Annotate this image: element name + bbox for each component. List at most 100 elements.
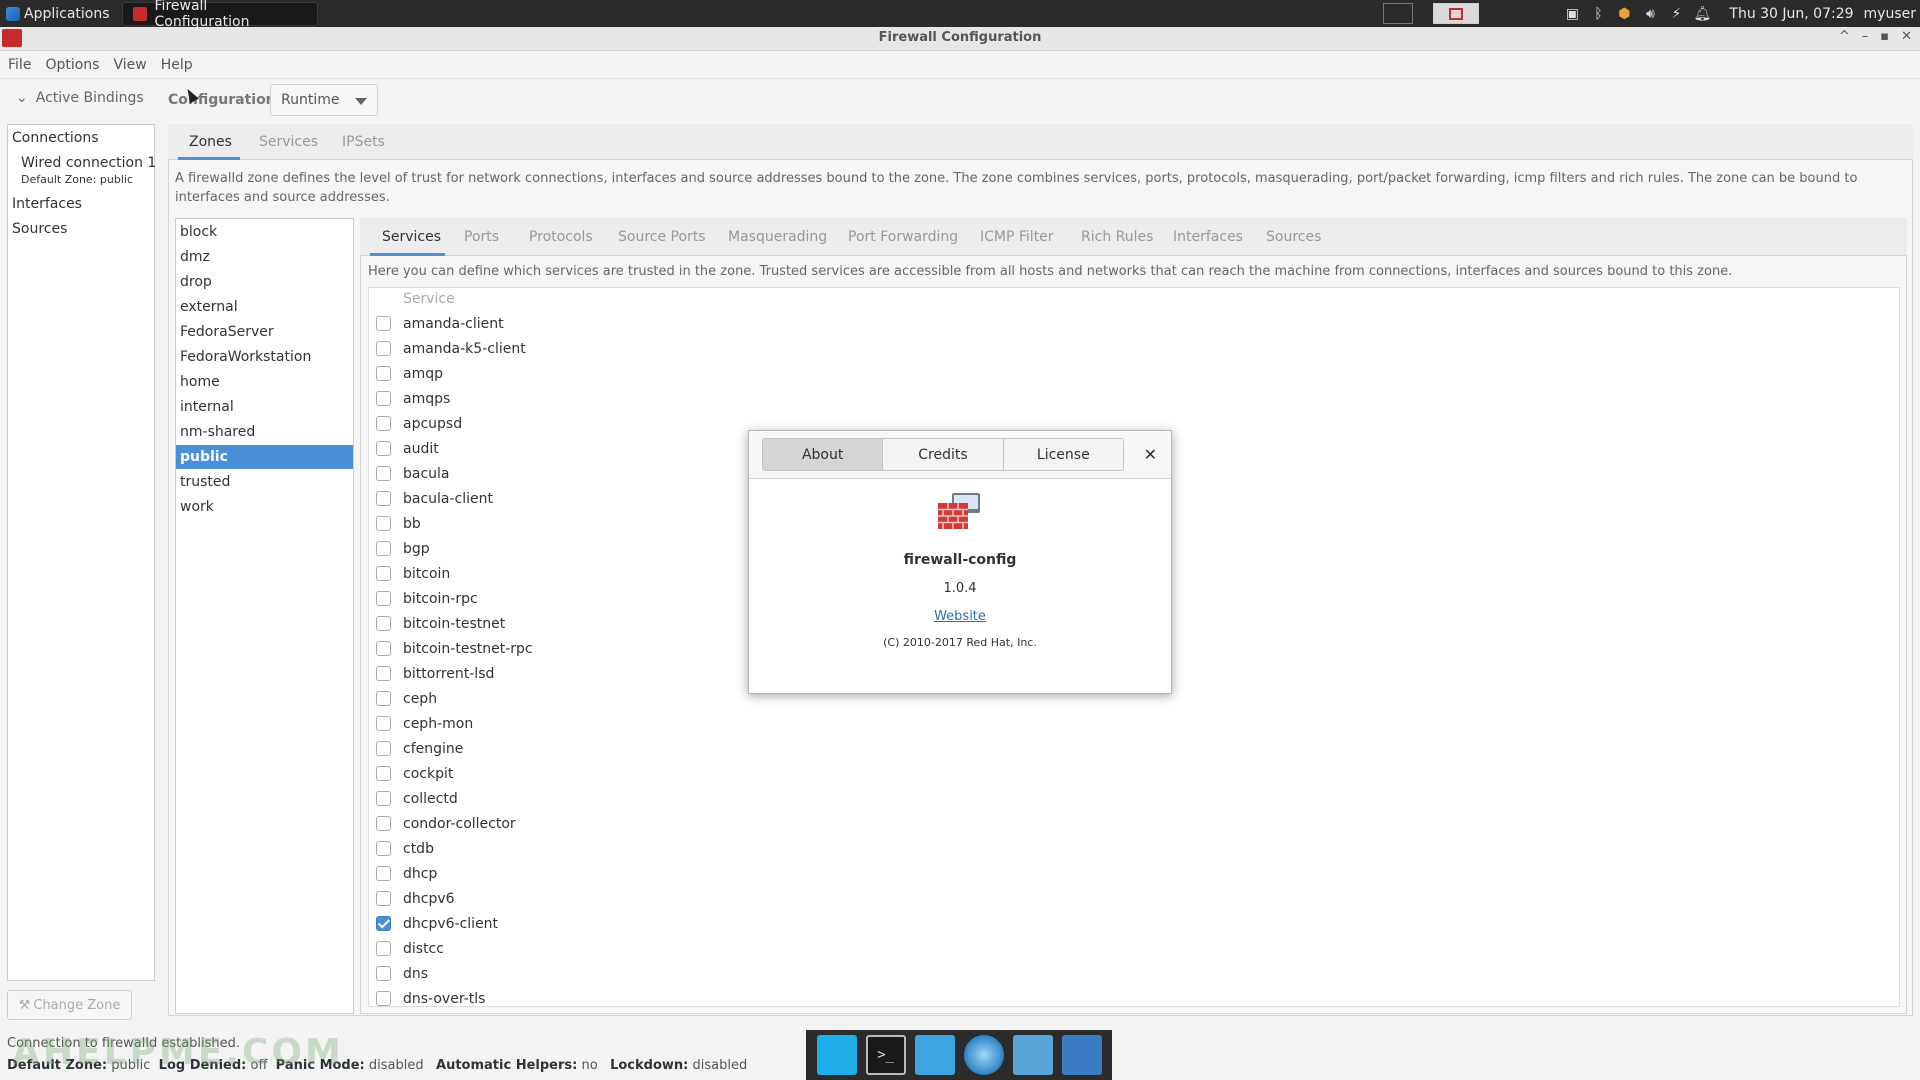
subtab-icmp-filter[interactable]: ICMP Filter (980, 229, 1054, 245)
subtab-protocols[interactable]: Protocols (529, 229, 593, 245)
service-checkbox[interactable] (376, 441, 391, 456)
app-finder-icon[interactable] (1012, 1035, 1053, 1075)
service-checkbox[interactable] (376, 416, 391, 431)
zone-item-fedoraworkstation[interactable]: FedoraWorkstation (176, 345, 353, 369)
connection-item[interactable]: Wired connection 1 (e (21, 155, 155, 171)
zone-item-internal[interactable]: internal (176, 395, 353, 419)
service-checkbox[interactable] (376, 316, 391, 331)
service-checkbox[interactable] (376, 816, 391, 831)
bluetooth-icon[interactable]: ᛒ (1590, 6, 1606, 22)
table-row[interactable]: cockpit (369, 763, 1899, 788)
taskbar-window-button[interactable]: Firewall Configuration (121, 0, 318, 30)
service-checkbox[interactable] (376, 591, 391, 606)
change-zone-button[interactable]: ⚒ Change Zone (7, 990, 132, 1020)
menu-help[interactable]: Help (161, 57, 193, 73)
zone-item-home[interactable]: home (176, 370, 353, 394)
service-checkbox[interactable] (376, 566, 391, 581)
web-browser-icon[interactable] (963, 1035, 1004, 1075)
service-checkbox[interactable] (376, 866, 391, 881)
subtab-masquerading[interactable]: Masquerading (728, 229, 827, 245)
menu-options[interactable]: Options (45, 57, 99, 73)
subtab-services[interactable]: Services (382, 229, 441, 245)
about-tab-about[interactable]: About (763, 439, 884, 470)
service-checkbox[interactable] (376, 366, 391, 381)
service-checkbox[interactable] (376, 741, 391, 756)
table-row[interactable]: amqp (369, 363, 1899, 388)
table-row[interactable]: ctdb (369, 838, 1899, 863)
terminal-icon[interactable]: >_ (865, 1035, 906, 1075)
subtab-interfaces[interactable]: Interfaces (1173, 229, 1243, 245)
window-shade-button[interactable]: ^ (1839, 29, 1850, 44)
table-row[interactable]: amanda-k5-client (369, 338, 1899, 363)
service-column-header[interactable]: Service (403, 291, 455, 307)
service-checkbox[interactable] (376, 666, 391, 681)
table-row[interactable]: amqps (369, 388, 1899, 413)
table-row[interactable]: collectd (369, 788, 1899, 813)
zone-item-fedoraserver[interactable]: FedoraServer (176, 320, 353, 344)
about-tab-credits[interactable]: Credits (883, 439, 1004, 470)
menu-file[interactable]: File (8, 57, 31, 73)
service-checkbox[interactable] (376, 341, 391, 356)
service-checkbox[interactable] (376, 966, 391, 981)
zone-item-trusted[interactable]: trusted (176, 470, 353, 494)
network-icon[interactable]: ▣ (1564, 6, 1580, 22)
table-row[interactable]: dhcp (369, 863, 1899, 888)
service-checkbox[interactable] (376, 541, 391, 556)
tab-ipsets[interactable]: IPSets (342, 134, 385, 150)
workspace-2[interactable] (1433, 3, 1480, 24)
clock[interactable]: Thu 30 Jun, 07:29 (1729, 6, 1853, 22)
show-desktop-icon[interactable] (816, 1035, 857, 1075)
zone-item-dmz[interactable]: dmz (176, 245, 353, 269)
window-maximize-button[interactable]: ▪ (1880, 29, 1889, 44)
zone-item-nm-shared[interactable]: nm-shared (176, 420, 353, 444)
service-checkbox[interactable] (376, 391, 391, 406)
table-row[interactable]: dhcpv6 (369, 888, 1899, 913)
subtab-sources[interactable]: Sources (1266, 229, 1321, 245)
service-checkbox[interactable] (376, 466, 391, 481)
about-tab-license[interactable]: License (1003, 439, 1123, 470)
window-minimize-button[interactable]: – (1862, 29, 1869, 44)
service-checkbox[interactable] (376, 916, 391, 931)
table-row[interactable]: condor-collector (369, 813, 1899, 838)
service-checkbox[interactable] (376, 941, 391, 956)
service-checkbox[interactable] (376, 791, 391, 806)
configuration-select[interactable]: Runtime (270, 84, 378, 116)
zone-item-block[interactable]: block (176, 220, 353, 244)
service-checkbox[interactable] (376, 991, 391, 1006)
service-checkbox[interactable] (376, 491, 391, 506)
tab-zones[interactable]: Zones (189, 134, 232, 150)
zone-item-drop[interactable]: drop (176, 270, 353, 294)
subtab-port-forwarding[interactable]: Port Forwarding (848, 229, 958, 245)
service-checkbox[interactable] (376, 641, 391, 656)
applications-menu-button[interactable]: Applications (0, 0, 116, 27)
table-row[interactable]: dns (369, 963, 1899, 988)
zone-item-work[interactable]: work (176, 495, 353, 519)
user-menu[interactable]: myuser (1864, 6, 1916, 22)
notification-bell-icon[interactable]: 🔔︎ (1694, 6, 1712, 22)
service-checkbox[interactable] (376, 891, 391, 906)
volume-icon[interactable]: 🔊︎ (1642, 6, 1658, 22)
service-checkbox[interactable] (376, 716, 391, 731)
service-checkbox[interactable] (376, 616, 391, 631)
subtab-source-ports[interactable]: Source Ports (618, 229, 706, 245)
table-row[interactable]: distcc (369, 938, 1899, 963)
service-checkbox[interactable] (376, 841, 391, 856)
about-close-button[interactable]: ✕ (1144, 445, 1157, 464)
table-row[interactable]: dns-over-tls (369, 988, 1899, 1006)
service-checkbox[interactable] (376, 691, 391, 706)
service-checkbox[interactable] (376, 516, 391, 531)
subtab-rich-rules[interactable]: Rich Rules (1081, 229, 1153, 245)
table-row[interactable]: amanda-client (369, 313, 1899, 338)
workspace-1[interactable] (1383, 3, 1414, 24)
table-row[interactable]: dhcpv6-client (369, 913, 1899, 938)
zone-item-external[interactable]: external (176, 295, 353, 319)
active-bindings-toggle[interactable]: ⌄ Active Bindings (16, 90, 144, 106)
service-checkbox[interactable] (376, 766, 391, 781)
power-icon[interactable]: ⚡︎ (1668, 6, 1684, 22)
tab-services[interactable]: Services (259, 134, 318, 150)
zone-item-public[interactable]: public (176, 445, 353, 469)
table-row[interactable]: cfengine (369, 738, 1899, 763)
window-close-button[interactable]: ✕ (1901, 29, 1912, 44)
file-manager-icon[interactable] (914, 1035, 955, 1075)
table-row[interactable]: ceph-mon (369, 713, 1899, 738)
